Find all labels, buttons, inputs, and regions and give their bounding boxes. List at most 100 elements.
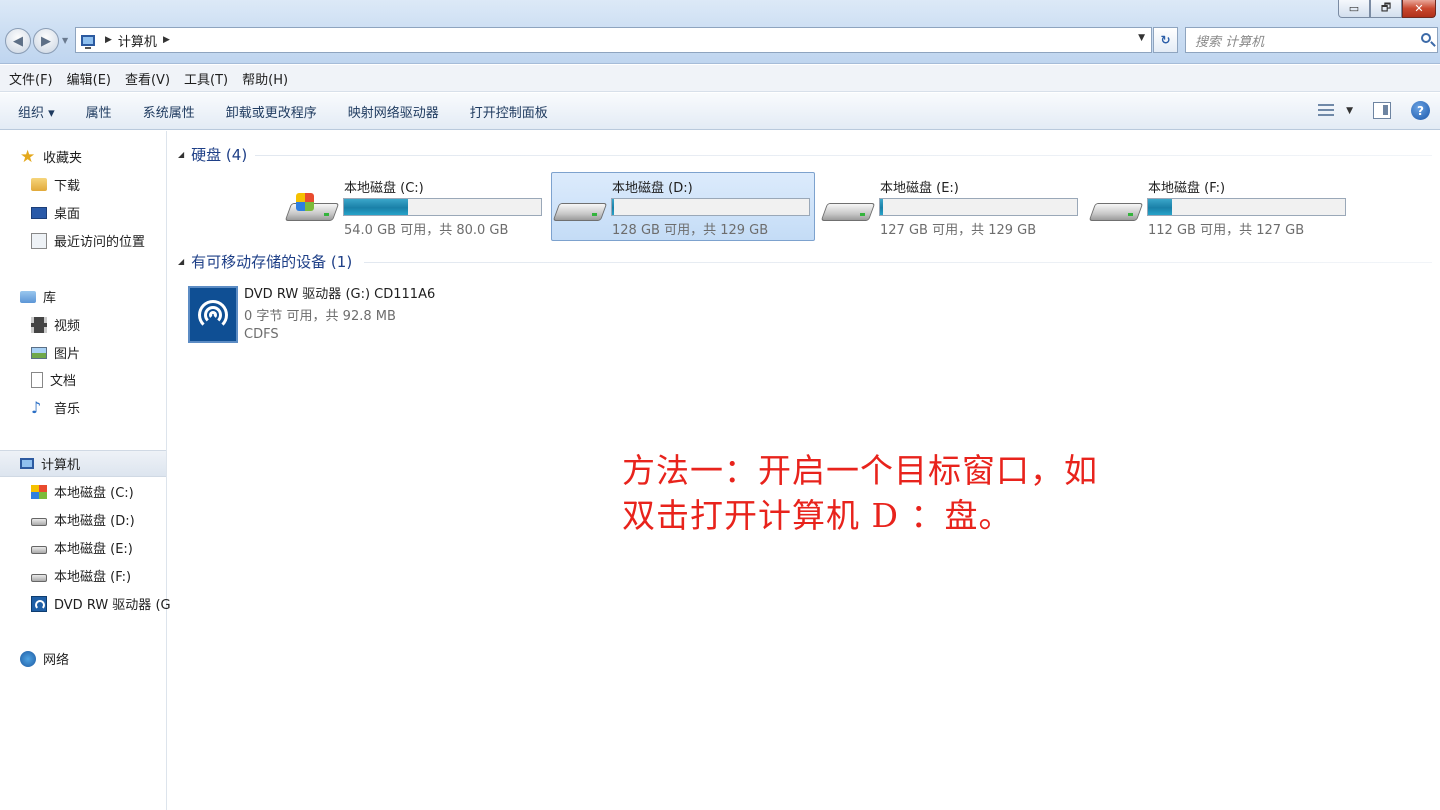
recent-places-icon [31,232,47,249]
system-properties-button[interactable]: 系统属性 [143,102,195,121]
preview-pane-icon[interactable] [1373,102,1391,119]
nav-videos[interactable]: 视频 [31,315,80,334]
command-toolbar: 组织 ▾ 属性 系统属性 卸载或更改程序 映射网络驱动器 打开控制面板 ▼ ? [0,93,1440,130]
refresh-button[interactable]: ↻ [1153,27,1178,53]
menu-edit[interactable]: 编辑(E) [67,69,111,88]
search-input[interactable]: 搜索 计算机 [1185,27,1438,53]
back-button[interactable]: ◀ [5,28,31,54]
view-options-dropdown-icon[interactable]: ▼ [1346,106,1353,116]
hard-drive-icon [1088,193,1144,227]
drive-name: 本地磁盘 (C:) [344,181,424,196]
search-placeholder: 搜索 计算机 [1195,34,1265,50]
forward-arrow-icon: ▶ [41,33,51,49]
menu-tools[interactable]: 工具(T) [184,69,228,88]
system-drive-icon [284,193,340,227]
nav-drive-e[interactable]: 本地磁盘 (E:) [31,538,133,557]
forward-button[interactable]: ▶ [33,28,59,54]
address-bar[interactable]: ▶ 计算机 ▶ ▼ [75,27,1152,53]
nav-desktop[interactable]: 桌面 [31,203,80,222]
menu-help[interactable]: 帮助(H) [242,69,288,88]
nav-label: 本地磁盘 (E:) [54,542,133,557]
recent-pages-dropdown[interactable]: ▼ [62,36,68,45]
properties-button[interactable]: 属性 [86,102,112,121]
menu-bar: 文件(F) 编辑(E) 查看(V) 工具(T) 帮助(H) [0,65,1440,92]
drive-name: 本地磁盘 (F:) [1148,181,1226,196]
group-divider [364,262,1432,263]
collapse-triangle-icon[interactable]: ◢ [178,257,184,266]
downloads-folder-icon [31,178,47,191]
breadcrumb-arrow-icon[interactable]: ▶ [105,35,112,45]
picture-icon [31,346,47,359]
breadcrumb-computer[interactable]: 计算机 [118,31,157,50]
computer-icon [81,34,95,49]
minimize-button[interactable]: ▭ [1338,0,1370,18]
help-icon[interactable]: ? [1411,101,1430,120]
menu-view[interactable]: 查看(V) [125,69,170,88]
music-note-icon: ♪ [31,397,42,417]
system-drive-icon [31,484,47,499]
computer-icon [20,458,34,469]
menu-file[interactable]: 文件(F) [9,69,53,88]
address-history-dropdown-icon[interactable]: ▼ [1138,33,1145,43]
document-icon [31,371,43,388]
nav-drive-d[interactable]: 本地磁盘 (D:) [31,510,135,529]
group-header-removable[interactable]: ◢ 有可移动存储的设备 (1) [178,251,352,272]
drive-tile[interactable]: 本地磁盘 (F:) 112 GB 可用，共 127 GB [1087,172,1351,241]
drive-tile[interactable]: 本地磁盘 (D:) 128 GB 可用，共 129 GB [551,172,815,241]
nav-pictures[interactable]: 图片 [31,343,80,362]
map-network-drive-button[interactable]: 映射网络驱动器 [348,102,439,121]
back-arrow-icon: ◀ [13,33,23,49]
nav-libraries[interactable]: 库 [20,287,56,306]
drive-usage-fill [880,199,884,215]
organize-button[interactable]: 组织 ▾ [18,102,55,121]
uninstall-program-button[interactable]: 卸载或更改程序 [226,102,317,121]
nav-label: 下载 [54,179,81,194]
dvd-drive-icon [188,286,238,343]
restore-button[interactable]: 🗗 [1370,0,1402,18]
nav-label: 视频 [54,319,81,334]
drive-free-space: 112 GB 可用，共 127 GB [1148,223,1305,238]
nav-label: 计算机 [41,458,81,473]
nav-label: 本地磁盘 (D:) [54,514,135,529]
dvd-drive-space: 0 字节 可用，共 92.8 MB [244,309,396,324]
change-view-icon[interactable] [1318,102,1336,120]
window-controls: ▭ 🗗 ✕ [1338,0,1436,18]
breadcrumb-arrow-icon[interactable]: ▶ [163,35,170,45]
nav-network[interactable]: 网络 [20,649,69,668]
nav-drive-c[interactable]: 本地磁盘 (C:) [31,482,134,501]
open-control-panel-button[interactable]: 打开控制面板 [470,102,548,121]
nav-dvd-drive[interactable]: DVD RW 驱动器 (G [31,594,171,613]
nav-drive-f[interactable]: 本地磁盘 (F:) [31,566,131,585]
nav-label: 本地磁盘 (C:) [54,486,134,501]
video-icon [31,316,47,333]
nav-downloads[interactable]: 下载 [31,175,80,194]
drive-usage-bar [1147,198,1346,216]
hard-drive-icon [31,545,47,554]
nav-recent-places[interactable]: 最近访问的位置 [31,231,145,250]
nav-computer[interactable]: 计算机 [20,454,80,473]
nav-label: DVD RW 驱动器 (G [54,598,171,613]
drive-usage-bar [879,198,1078,216]
close-button[interactable]: ✕ [1402,0,1436,18]
dvd-drive-tile[interactable]: DVD RW 驱动器 (G:) CD111A6 0 字节 可用，共 92.8 M… [185,281,455,349]
drive-usage-fill [1148,199,1172,215]
drive-tile[interactable]: 本地磁盘 (C:) 54.0 GB 可用，共 80.0 GB [283,172,547,241]
nav-music[interactable]: ♪ 音乐 [31,398,80,417]
hard-drive-icon [552,193,608,227]
nav-label: 库 [43,291,57,306]
refresh-icon: ↻ [1160,33,1171,47]
libraries-icon [20,290,36,303]
group-header-hard-disks[interactable]: ◢ 硬盘 (4) [178,144,247,165]
desktop-icon [31,206,47,219]
nav-label: 网络 [43,653,70,668]
nav-label: 音乐 [54,402,81,417]
nav-favorites[interactable]: ★ 收藏夹 [20,147,82,166]
nav-documents[interactable]: 文档 [31,370,76,389]
collapse-triangle-icon[interactable]: ◢ [178,150,184,159]
drive-tile[interactable]: 本地磁盘 (E:) 127 GB 可用，共 129 GB [819,172,1083,241]
nav-label: 桌面 [54,207,81,222]
search-icon[interactable] [1421,33,1431,43]
drive-usage-bar [343,198,542,216]
navigation-pane: ★ 收藏夹 下载 桌面 最近访问的位置 库 视频 图片 文档 ♪ 音乐 计算机 … [0,131,171,810]
hard-drive-icon [31,573,47,582]
